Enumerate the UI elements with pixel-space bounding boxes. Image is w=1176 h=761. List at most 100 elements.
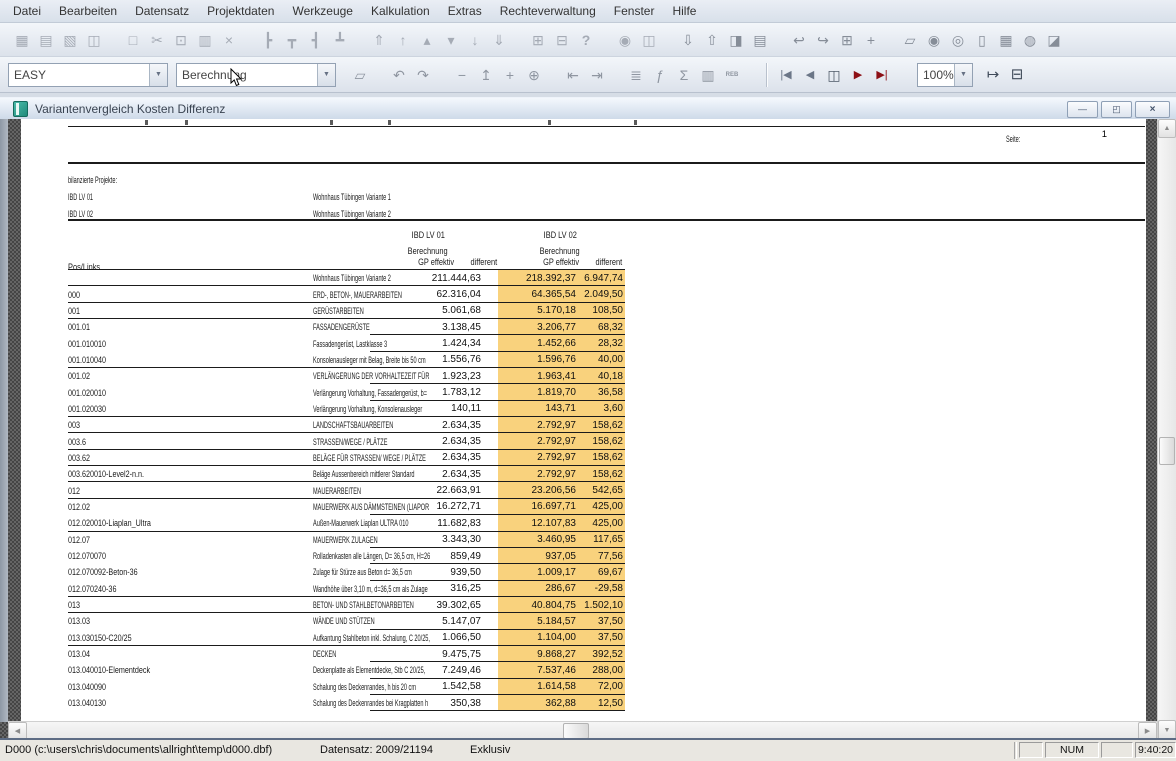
sum-icon[interactable]: Σ xyxy=(672,65,696,85)
paste-icon[interactable]: ▥ xyxy=(193,30,217,50)
vertical-scrollbar-thumb[interactable] xyxy=(1159,437,1175,465)
pin-icon[interactable]: + xyxy=(859,30,883,50)
view-combobox[interactable]: Berechnung ▼ xyxy=(176,63,336,87)
edit-list-icon[interactable]: ▤ xyxy=(748,30,772,50)
last-page-icon[interactable]: ▶| xyxy=(870,65,894,85)
list-structure-icon[interactable]: ≣ xyxy=(624,65,648,85)
edit-page-icon[interactable]: ▱ xyxy=(898,30,922,50)
preview-icon[interactable]: ▦ xyxy=(10,30,34,50)
profile-combobox-button[interactable]: ▼ xyxy=(149,64,167,86)
report-book-icon[interactable]: ◫ xyxy=(82,30,106,50)
copy-icon[interactable]: ⊡ xyxy=(169,30,193,50)
add-special-icon[interactable]: ⊕ xyxy=(522,65,546,85)
chart-icon[interactable]: ▥ xyxy=(696,65,720,85)
reb-icon[interactable]: REB xyxy=(720,65,744,85)
menu-item-projektdaten[interactable]: Projektdaten xyxy=(198,1,283,21)
append-row-icon[interactable]: ┫ xyxy=(304,30,328,50)
undo-icon[interactable]: ↶ xyxy=(387,65,411,85)
menu-item-bearbeiten[interactable]: Bearbeiten xyxy=(50,1,126,21)
scroll-down-button[interactable]: ▼ xyxy=(1158,720,1176,740)
cell-pos: 001.020030 xyxy=(68,401,313,417)
insert-above-icon[interactable]: ↥ xyxy=(474,65,498,85)
move-last-icon[interactable]: ⇓ xyxy=(487,30,511,50)
save-list-icon[interactable]: ◨ xyxy=(724,30,748,50)
view-combobox-button[interactable]: ▼ xyxy=(317,64,335,86)
remove-position-icon[interactable]: − xyxy=(450,65,474,85)
scroll-up-button[interactable]: ▲ xyxy=(1158,119,1176,138)
document-window-titlebar[interactable]: Variantenvergleich Kosten Differenz — ◰ … xyxy=(0,97,1176,120)
search-icon[interactable]: ◍ xyxy=(1018,30,1042,50)
cell-description: Deckenplatte als Elementdecke, Stb C 20/… xyxy=(313,662,370,678)
cell-gp-effektiv-lv02: 3.206,77 xyxy=(498,319,578,335)
profile-combobox[interactable]: EASY ▼ xyxy=(8,63,168,87)
vertical-scrollbar[interactable]: ▲ ▼ xyxy=(1157,119,1176,740)
search-globe-icon[interactable]: ◉ xyxy=(613,30,637,50)
indent-icon[interactable]: ⇥ xyxy=(585,65,609,85)
menu-item-rechteverwaltung[interactable]: Rechteverwaltung xyxy=(491,1,605,21)
insert-child-icon[interactable]: ┳ xyxy=(280,30,304,50)
redo-icon[interactable]: ↷ xyxy=(411,65,435,85)
graphic-view-icon[interactable]: ▧ xyxy=(58,30,82,50)
next-page-icon[interactable]: ▶ xyxy=(846,65,870,85)
cell-description: Rolladenkasten alle Längen, D= 36,5 cm, … xyxy=(313,548,370,564)
delete-icon[interactable]: × xyxy=(217,30,241,50)
menu-item-fenster[interactable]: Fenster xyxy=(605,1,664,21)
minimize-button[interactable]: — xyxy=(1067,101,1098,118)
restore-button[interactable]: ◰ xyxy=(1101,101,1132,118)
export-icon[interactable]: ⇧ xyxy=(700,30,724,50)
cell-pos xyxy=(68,270,313,286)
zoom-combobox-button[interactable]: ▼ xyxy=(954,64,972,86)
zoom-in-icon[interactable]: ◉ xyxy=(922,30,946,50)
open-folder-icon[interactable]: ▱ xyxy=(348,65,372,85)
new-page-icon[interactable]: ▯ xyxy=(970,30,994,50)
first-page-icon[interactable]: |◀ xyxy=(774,65,798,85)
window-icon[interactable]: ⊞ xyxy=(526,30,550,50)
add-position-icon[interactable]: + xyxy=(498,65,522,85)
print-icon[interactable]: ⊟ xyxy=(1005,65,1029,85)
move-first-icon[interactable]: ⇑ xyxy=(367,30,391,50)
table-view-icon[interactable]: ▦ xyxy=(994,30,1018,50)
append-child-icon[interactable]: ┻ xyxy=(328,30,352,50)
cut-icon[interactable]: ✂ xyxy=(145,30,169,50)
import-icon[interactable]: ⇩ xyxy=(676,30,700,50)
menu-item-datensatz[interactable]: Datensatz xyxy=(126,1,198,21)
copy-pages-icon[interactable]: ◫ xyxy=(822,65,846,85)
move-page-down-icon[interactable]: ↓ xyxy=(463,30,487,50)
menu-item-datei[interactable]: Datei xyxy=(4,1,50,21)
help-icon[interactable]: ? xyxy=(574,30,598,50)
forward-icon[interactable]: ↪ xyxy=(811,30,835,50)
prev-page-icon[interactable]: ◀ xyxy=(798,65,822,85)
move-down-icon[interactable]: ▾ xyxy=(439,30,463,50)
cell-gp-effektiv-lv02: 937,05 xyxy=(498,548,578,564)
outdent-icon[interactable]: ⇤ xyxy=(561,65,585,85)
menu-item-extras[interactable]: Extras xyxy=(439,1,491,21)
close-preview-icon[interactable]: ↦ xyxy=(981,65,1005,85)
new-document-icon[interactable]: □ xyxy=(121,30,145,50)
split-view-icon[interactable]: ◫ xyxy=(637,30,661,50)
horizontal-scrollbar-thumb[interactable] xyxy=(563,723,589,739)
status-file-info: D000 (c:\users\chris\documents\allright\… xyxy=(5,743,272,758)
back-icon[interactable]: ↩ xyxy=(787,30,811,50)
move-up-icon[interactable]: ▴ xyxy=(415,30,439,50)
table-row: 012.070092-Beton-36Zulage für Stürze aus… xyxy=(68,564,625,580)
table-row: 001.010040Konsolenausleger mit Belag, Br… xyxy=(68,352,625,368)
tile-icon[interactable]: ⊞ xyxy=(835,30,859,50)
export-page-icon[interactable]: ◪ xyxy=(1042,30,1066,50)
close-button[interactable]: × xyxy=(1135,101,1170,118)
cell-gp-effektiv-lv02: 218.392,37 xyxy=(498,270,578,286)
menu-item-hilfe[interactable]: Hilfe xyxy=(663,1,705,21)
menu-item-werkzeuge[interactable]: Werkzeuge xyxy=(283,1,361,21)
cell-pos: 001.010040 xyxy=(68,352,313,368)
insert-row-icon[interactable]: ┣ xyxy=(256,30,280,50)
page-setup-icon[interactable]: ▤ xyxy=(34,30,58,50)
zoom-combobox[interactable]: 100% ▼ xyxy=(917,63,973,87)
formula-icon[interactable]: ƒ xyxy=(648,65,672,85)
cell-different-lv01 xyxy=(483,679,498,695)
menu-item-kalkulation[interactable]: Kalkulation xyxy=(362,1,439,21)
move-page-up-icon[interactable]: ↑ xyxy=(391,30,415,50)
zoom-doc-icon[interactable]: ◎ xyxy=(946,30,970,50)
cell-pos: 003.62 xyxy=(68,450,313,466)
cell-pos: 013.03 xyxy=(68,613,313,629)
print-form-icon[interactable]: ⊟ xyxy=(550,30,574,50)
cell-different-lv02: 158,62 xyxy=(578,433,625,449)
